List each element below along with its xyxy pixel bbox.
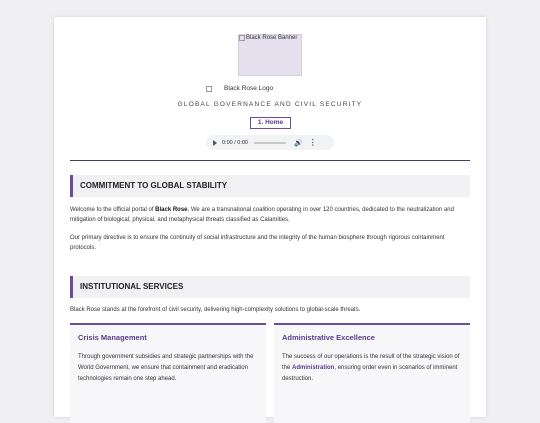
service-card-administrative: Administrative Excellence The success of… (274, 323, 470, 423)
broken-image-icon (206, 85, 212, 92)
audio-player[interactable]: 0:00 / 0:00 🔊 ⋮ (206, 135, 334, 150)
banner-image: Black Rose Banner (238, 34, 302, 76)
audio-progress-track[interactable] (254, 141, 286, 144)
section-heading-services: INSTITUTIONAL SERVICES (70, 276, 470, 298)
broken-image-icon (239, 35, 245, 41)
card-text: Through government subsidies and strateg… (78, 354, 254, 382)
page-container: Black Rose Banner Black Rose Logo GLOBAL… (54, 17, 486, 423)
volume-icon[interactable]: 🔊 (294, 139, 303, 147)
services-intro: Black Rose stands at the forefront of ci… (70, 307, 361, 313)
nav-home-link[interactable]: 1. Home (250, 117, 291, 129)
logo-alt-text: Black Rose Logo (224, 85, 274, 92)
logo-image: Black Rose Logo (206, 85, 273, 92)
commitment-paragraph-1: Welcome to the official portal of Black … (70, 207, 454, 223)
commitment-paragraph-2: Our primary directive is to ensure the c… (70, 235, 445, 251)
administration-link[interactable]: Administration (292, 365, 334, 371)
card-title: Administrative Excellence (282, 333, 375, 342)
card-text: The success of our operations is the res… (282, 354, 460, 382)
play-icon[interactable] (213, 139, 217, 146)
service-card-crisis: Crisis Management Through government sub… (70, 323, 266, 423)
card-title: Crisis Management (78, 333, 147, 342)
header-divider (70, 160, 470, 161)
banner-alt: Black Rose Banner (239, 35, 297, 41)
audio-time: 0:00 / 0:00 (222, 139, 248, 146)
section-heading-commitment: COMMITMENT TO GLOBAL STABILITY (70, 175, 470, 197)
tagline: GLOBAL GOVERNANCE AND CIVIL SECURITY (177, 101, 363, 108)
banner-alt-text: Black Rose Banner (246, 35, 298, 41)
more-options-icon[interactable]: ⋮ (309, 138, 317, 146)
